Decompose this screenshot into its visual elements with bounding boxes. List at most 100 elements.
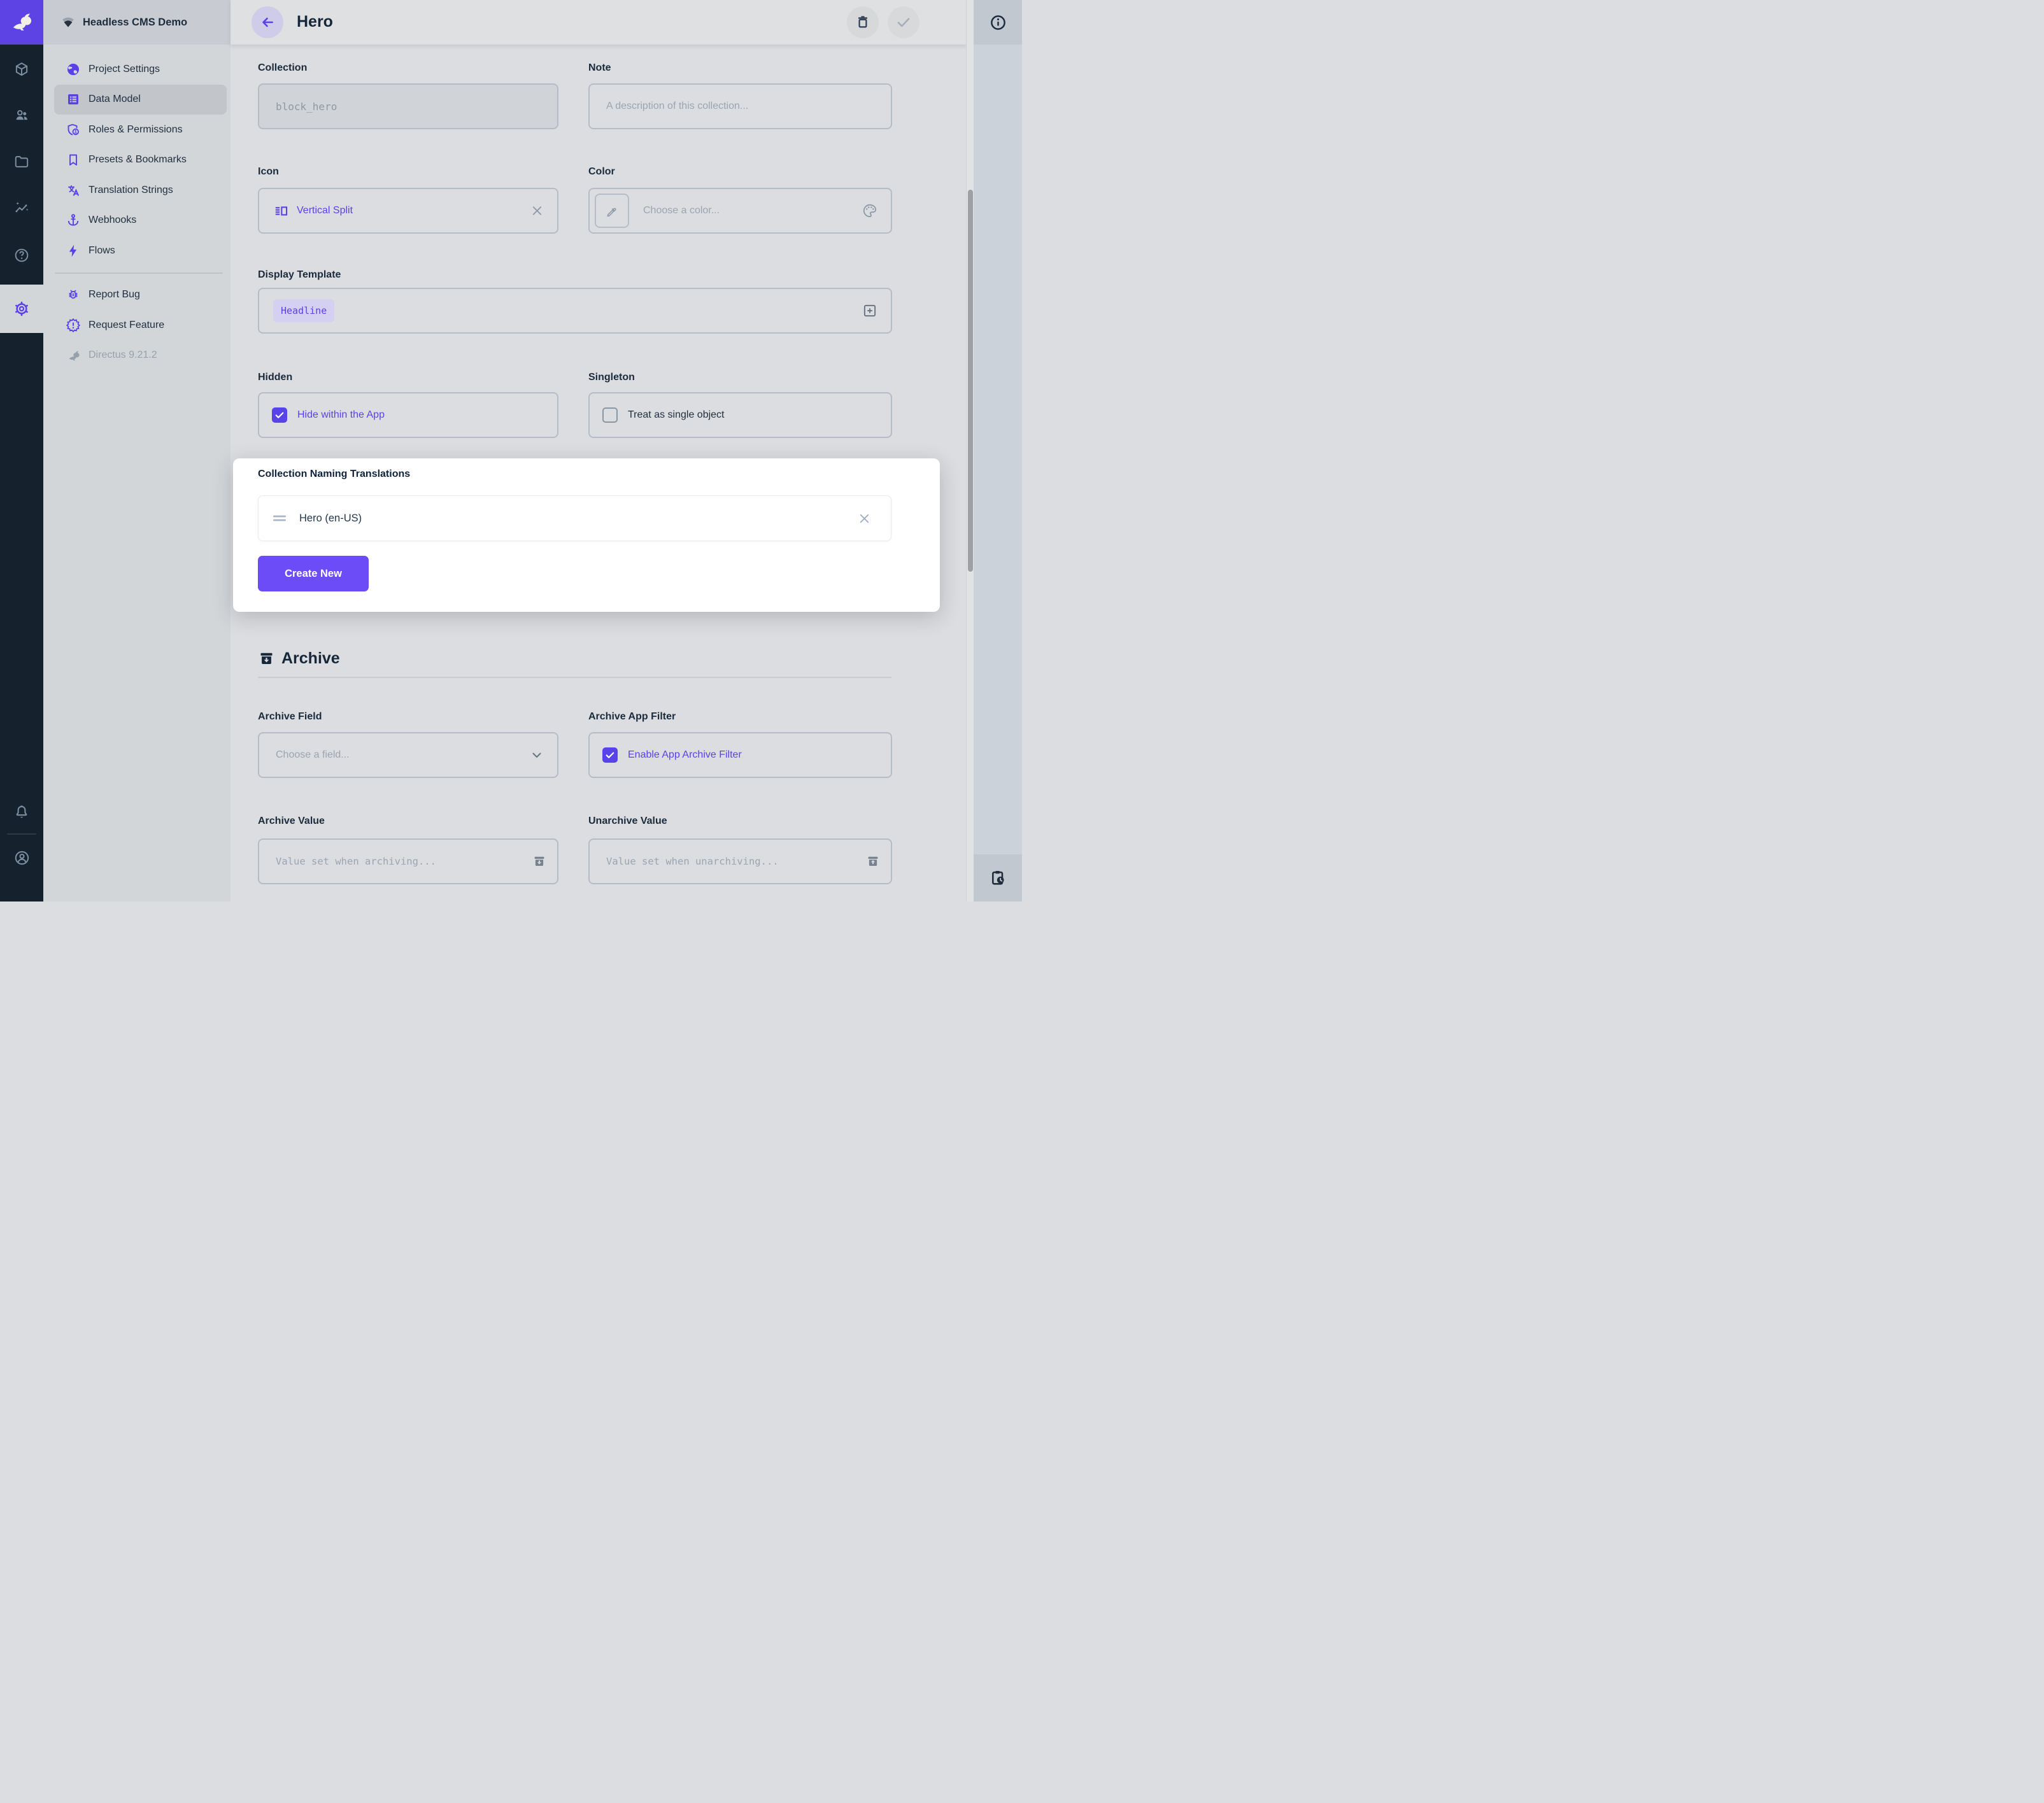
docs-module-icon[interactable]: [0, 247, 43, 264]
insights-module-icon[interactable]: [0, 200, 43, 216]
sidebar-item-label: Roles & Permissions: [89, 124, 183, 136]
sidebar-item-flows[interactable]: Flows: [54, 236, 227, 266]
archive-app-filter-toggle[interactable]: Enable App Archive Filter: [588, 732, 892, 778]
drag-handle-icon[interactable]: [273, 514, 287, 523]
bookmark-icon: [66, 152, 81, 167]
notifications-icon[interactable]: [0, 803, 43, 820]
files-module-icon[interactable]: [0, 153, 43, 170]
archive-value-placeholder: Value set when archiving...: [276, 856, 436, 867]
archive-app-filter-label: Archive App Filter: [588, 711, 676, 723]
anchor-icon: [66, 213, 81, 228]
checkbox-checked-icon[interactable]: [602, 747, 618, 763]
sidebar-item-presets-bookmarks[interactable]: Presets & Bookmarks: [54, 145, 227, 176]
revisions-sidebar-button[interactable]: [974, 854, 1022, 902]
sidebar-item-version: Directus 9.21.2: [54, 341, 227, 371]
archive-app-filter-checkbox-label: Enable App Archive Filter: [628, 749, 742, 761]
unarchive-up-icon: [865, 854, 881, 869]
singleton-label: Singleton: [588, 372, 635, 383]
sidebar-item-label: Flows: [89, 245, 115, 257]
project-header[interactable]: Headless CMS Demo: [43, 0, 231, 45]
nav-list: Project Settings Data Model Roles & Perm…: [43, 54, 231, 371]
archive-value-input[interactable]: Value set when archiving...: [258, 838, 558, 884]
add-box-icon[interactable]: [862, 302, 878, 319]
sidebar-item-webhooks[interactable]: Webhooks: [54, 206, 227, 236]
create-new-button[interactable]: Create New: [258, 556, 369, 591]
archive-field-select[interactable]: Choose a field...: [258, 732, 558, 778]
translation-value: Hero (en-US): [299, 513, 362, 525]
archive-value-label: Archive Value: [258, 816, 325, 827]
sidebar-item-report-bug[interactable]: Report Bug: [54, 280, 227, 311]
hidden-toggle[interactable]: Hide within the App: [258, 392, 558, 438]
globe-icon: [66, 62, 81, 77]
remove-translation-icon[interactable]: [857, 511, 872, 526]
hidden-label: Hidden: [258, 372, 292, 383]
delete-button[interactable]: [847, 6, 879, 38]
color-label: Color: [588, 166, 615, 178]
users-module-icon[interactable]: [0, 107, 43, 124]
version-label: Directus 9.21.2: [89, 350, 157, 361]
note-placeholder: A description of this collection...: [606, 101, 748, 112]
bug-icon: [66, 287, 81, 302]
clipboard-clock-icon: [989, 869, 1007, 887]
template-field-chip[interactable]: Headline: [273, 299, 334, 322]
main-header: Hero: [231, 0, 966, 45]
sidebar-item-request-feature[interactable]: Request Feature: [54, 310, 227, 341]
vertical-split-icon: [273, 203, 289, 219]
clear-icon[interactable]: [530, 204, 544, 218]
archive-section-heading: Archive: [258, 649, 340, 668]
sidebar-item-roles-permissions[interactable]: Roles & Permissions: [54, 115, 227, 145]
display-template-input[interactable]: Headline: [258, 288, 892, 334]
collection-value: block_hero: [276, 101, 337, 113]
rabbit-small-icon: [66, 348, 81, 363]
sidebar-item-label: Webhooks: [89, 215, 136, 226]
info-icon: [990, 14, 1007, 31]
eyedropper-icon: [605, 204, 619, 218]
bolt-icon: [66, 243, 81, 258]
sidebar-item-label: Data Model: [89, 94, 141, 105]
divider: [7, 833, 36, 835]
icon-select[interactable]: Vertical Split: [258, 188, 558, 234]
unarchive-value-input[interactable]: Value set when unarchiving...: [588, 838, 892, 884]
collection-label: Collection: [258, 62, 307, 74]
scrollbar-track[interactable]: [966, 0, 974, 902]
logo-button[interactable]: [0, 0, 43, 45]
project-name: Headless CMS Demo: [83, 17, 187, 29]
icon-label: Icon: [258, 166, 279, 178]
arrow-left-icon: [259, 14, 276, 31]
color-input[interactable]: Choose a color...: [588, 188, 892, 234]
sidebar-item-label: Project Settings: [89, 64, 160, 75]
unarchive-value-label: Unarchive Value: [588, 816, 667, 827]
singleton-checkbox-label: Treat as single object: [628, 409, 724, 421]
color-placeholder: Choose a color...: [643, 205, 720, 216]
back-button[interactable]: [252, 6, 283, 38]
content-module-icon[interactable]: [0, 61, 43, 78]
color-swatch-button[interactable]: [595, 194, 629, 228]
scrollbar-thumb[interactable]: [968, 190, 973, 572]
divider: [55, 272, 223, 274]
sidebar-item-project-settings[interactable]: Project Settings: [54, 54, 227, 85]
settings-module-icon[interactable]: [0, 300, 43, 318]
singleton-toggle[interactable]: Treat as single object: [588, 392, 892, 438]
sidebar-item-data-model[interactable]: Data Model: [54, 85, 227, 115]
rabbit-logo-icon: [7, 8, 36, 37]
chevron-down-icon: [529, 747, 544, 763]
note-input[interactable]: A description of this collection...: [588, 83, 892, 129]
checkbox-checked-icon[interactable]: [272, 407, 287, 423]
settings-nav-sidebar: Headless CMS Demo Project Settings Data …: [43, 0, 231, 902]
translation-row[interactable]: Hero (en-US): [258, 495, 891, 541]
account-icon[interactable]: [0, 849, 43, 866]
shield-user-icon: [66, 122, 81, 138]
project-status-icon: [60, 14, 76, 31]
checkbox-unchecked-icon[interactable]: [602, 407, 618, 423]
archive-heading-text: Archive: [281, 649, 340, 668]
icon-value: Vertical Split: [297, 205, 353, 216]
sidebar-item-translation-strings[interactable]: Translation Strings: [54, 175, 227, 206]
sidebar-item-label: Translation Strings: [89, 185, 173, 196]
new-releases-icon: [66, 318, 81, 333]
data-model-icon: [66, 92, 81, 107]
right-sidebar: [974, 0, 1022, 902]
archive-down-icon: [532, 854, 547, 869]
info-sidebar-button[interactable]: [974, 0, 1022, 45]
module-bar: [0, 0, 43, 902]
save-button[interactable]: [888, 6, 919, 38]
